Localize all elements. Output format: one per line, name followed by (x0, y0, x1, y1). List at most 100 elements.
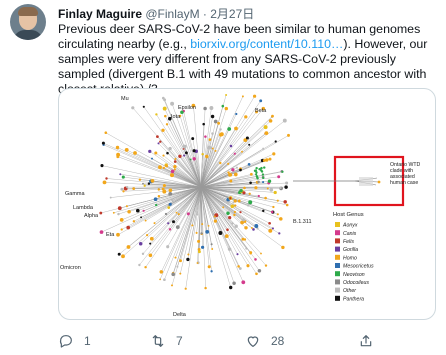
tree-tip (237, 199, 241, 203)
legend-title: Host Genus (333, 212, 364, 218)
tree-tip (229, 179, 233, 183)
tree-tip (270, 210, 274, 214)
tree-tip (184, 287, 187, 290)
tree-tip (281, 170, 284, 173)
tree-tip (267, 179, 272, 183)
tree-branch (200, 186, 206, 289)
author-handle[interactable]: @FinlayM (145, 7, 199, 21)
tree-tip (207, 224, 210, 227)
tree-tip (131, 106, 135, 110)
tree-tip (227, 171, 230, 174)
tree-tip (117, 206, 122, 211)
legend-swatch (335, 279, 340, 285)
tweet-link[interactable]: biorxiv.org/content/10.110… (190, 37, 343, 51)
tree-tip (187, 253, 190, 256)
tree-tip (268, 119, 273, 123)
tree-tip (167, 206, 171, 209)
tree-tip (209, 106, 214, 110)
legend-swatch (335, 238, 340, 244)
tree-tip (250, 172, 253, 176)
tree-tip (99, 230, 104, 234)
tweet-date[interactable]: 2月27日 (210, 7, 254, 21)
tree-tip (285, 181, 289, 185)
tree-tip (259, 99, 263, 103)
tree-tip (142, 182, 144, 185)
tree-tip (244, 226, 248, 230)
clade-label-delta: Delta (173, 312, 187, 318)
tree-tip (172, 220, 175, 224)
tree-tip (166, 245, 170, 249)
tree-tip (279, 217, 283, 221)
tree-tip (205, 154, 209, 159)
tree-tip (189, 158, 192, 161)
tree-tip (147, 182, 151, 185)
tree-tip (264, 264, 268, 267)
tree-branches (100, 94, 289, 289)
legend-swatch (335, 271, 340, 277)
tree-tip (255, 272, 258, 276)
tree-tip (234, 224, 238, 228)
tweet-actions: 1 7 28 (58, 332, 434, 350)
share-action[interactable] (358, 332, 374, 350)
tree-tip (248, 143, 251, 146)
tree-tip (116, 155, 120, 159)
legend-label: Other (343, 288, 356, 294)
tree-tip (257, 269, 262, 273)
tree-tip (221, 104, 225, 108)
tree-tip (102, 180, 107, 185)
tree-tip (196, 262, 199, 264)
tree-tip (279, 186, 282, 189)
legend-swatch (335, 254, 340, 260)
author-name[interactable]: Finlay Maguire (58, 7, 142, 21)
tree-tip (170, 284, 174, 287)
tree-tip (162, 154, 165, 157)
legend-swatch (335, 246, 340, 252)
legend-label: Odocoileus (343, 280, 369, 286)
avatar[interactable] (10, 4, 46, 40)
tree-tip (105, 177, 108, 180)
tree-tip (241, 150, 243, 153)
tree-tip (164, 164, 169, 168)
tree-tip (173, 164, 177, 169)
tree-tip (241, 237, 245, 241)
tree-tip (126, 186, 129, 189)
clade-label-eta: Eta (106, 232, 115, 238)
tree-tip (153, 222, 156, 225)
tree-tip (210, 243, 213, 246)
legend-label: Homo (343, 255, 357, 261)
tweet-text: Previous deer SARS-CoV-2 have been simil… (58, 22, 440, 97)
tree-tip (227, 127, 232, 131)
tree-tip (245, 136, 249, 140)
reply-action[interactable]: 1 (58, 332, 91, 350)
tree-tip (175, 225, 180, 230)
tree-tip (287, 133, 290, 137)
tree-tip (274, 140, 277, 143)
tree-tip (120, 228, 123, 231)
retweet-action[interactable]: 7 (150, 332, 183, 350)
tree-tip (210, 270, 213, 273)
tree-tip (227, 247, 232, 251)
legend-label: Aonyx (342, 223, 358, 229)
tree-tip (159, 140, 162, 143)
tree-tip (229, 197, 232, 200)
tree-tip (140, 216, 143, 219)
tree-tip (162, 106, 167, 111)
tree-tip (272, 205, 275, 209)
tree-tip (132, 187, 136, 190)
tree-tip (277, 175, 281, 179)
tweet[interactable]: Finlay Maguire @FinlayM · 2月27日 Previous… (0, 0, 446, 355)
tree-tip (265, 158, 269, 162)
share-icon (360, 335, 372, 347)
tree-tip (149, 236, 154, 241)
tree-tip (150, 179, 155, 183)
tree-tip (210, 114, 215, 119)
tree-tip (192, 149, 196, 153)
tree-tip (262, 176, 265, 180)
tree-tip (233, 210, 237, 214)
tree-tip (142, 209, 145, 212)
tree-tip (122, 190, 125, 193)
tree-tip (163, 98, 167, 102)
tweet-media[interactable]: Mu Epsilon Beta Iota Gamma Lambda Alpha … (58, 88, 436, 320)
like-action[interactable]: 28 (245, 332, 284, 350)
tree-tip (153, 197, 158, 202)
